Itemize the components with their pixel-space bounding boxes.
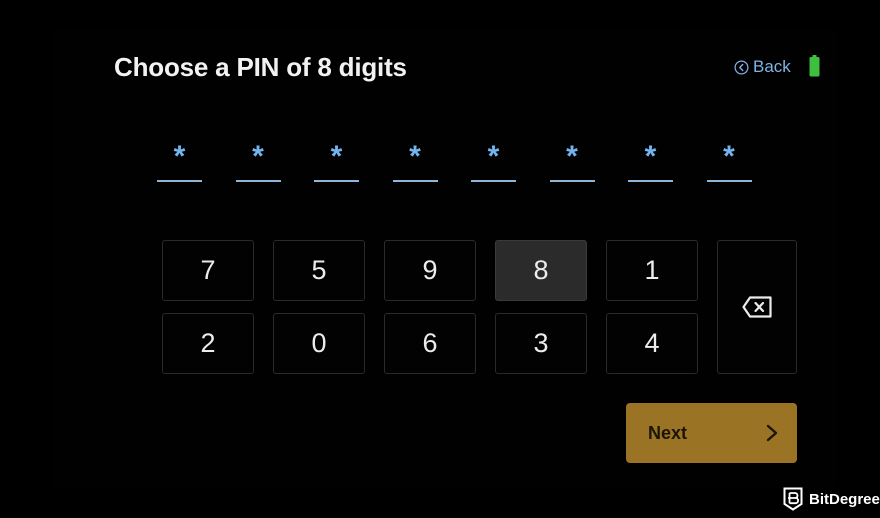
keypad-key[interactable]: 6 xyxy=(384,313,476,374)
pin-slot: * xyxy=(235,135,281,182)
chevron-right-icon xyxy=(766,424,778,442)
pin-slot: * xyxy=(392,135,438,182)
pin-display: * * * * * * * * xyxy=(157,135,785,182)
keypad-key[interactable]: 1 xyxy=(606,240,698,301)
watermark-label: BitDegree xyxy=(809,490,880,508)
pin-slot: * xyxy=(549,135,595,182)
pin-slot: * xyxy=(628,135,673,182)
bitdegree-watermark: BitDegree xyxy=(783,487,880,511)
pin-slot: * xyxy=(314,135,359,182)
keypad-key[interactable]: 3 xyxy=(495,313,587,374)
battery-full-icon xyxy=(809,55,820,77)
pin-mask-char: * xyxy=(409,140,421,173)
pin-slot: * xyxy=(157,135,202,182)
back-button[interactable]: Back xyxy=(734,57,791,77)
pin-underline xyxy=(314,180,359,182)
keypad-key[interactable]: 4 xyxy=(606,313,698,374)
keypad-key[interactable]: 5 xyxy=(273,240,365,301)
pin-mask-char: * xyxy=(330,140,343,173)
keypad-key[interactable]: 0 xyxy=(273,313,365,374)
pin-slot: * xyxy=(471,135,516,182)
keypad-key[interactable]: 9 xyxy=(384,240,476,301)
bitdegree-shield-icon xyxy=(783,487,803,511)
back-label: Back xyxy=(753,57,791,76)
next-label: Next xyxy=(648,422,688,443)
backspace-button[interactable] xyxy=(717,240,797,374)
pin-underline xyxy=(235,180,281,182)
pin-underline xyxy=(628,180,673,182)
backspace-icon xyxy=(742,296,772,318)
pin-slot: * xyxy=(706,135,752,182)
pin-underline xyxy=(157,180,202,182)
pin-underline xyxy=(706,180,752,182)
pin-underline xyxy=(471,180,516,182)
pin-mask-char: * xyxy=(644,140,657,173)
pin-mask-char: * xyxy=(252,140,264,173)
circle-chevron-left-icon xyxy=(734,60,749,74)
pin-mask-char: * xyxy=(723,140,735,173)
page-title: Choose a PIN of 8 digits xyxy=(114,52,407,82)
pin-mask-char: * xyxy=(487,140,500,173)
pin-underline xyxy=(392,180,438,182)
keypad-key[interactable]: 2 xyxy=(162,313,254,374)
pin-mask-char: * xyxy=(173,140,186,173)
keypad-key[interactable]: 7 xyxy=(162,240,254,301)
next-button[interactable]: Next xyxy=(626,403,797,463)
pin-keypad: 7 5 9 8 1 2 0 6 3 4 xyxy=(162,240,797,374)
pin-mask-char: * xyxy=(566,140,578,173)
pin-underline xyxy=(549,180,595,182)
keypad-key[interactable]: 8 xyxy=(495,240,587,301)
